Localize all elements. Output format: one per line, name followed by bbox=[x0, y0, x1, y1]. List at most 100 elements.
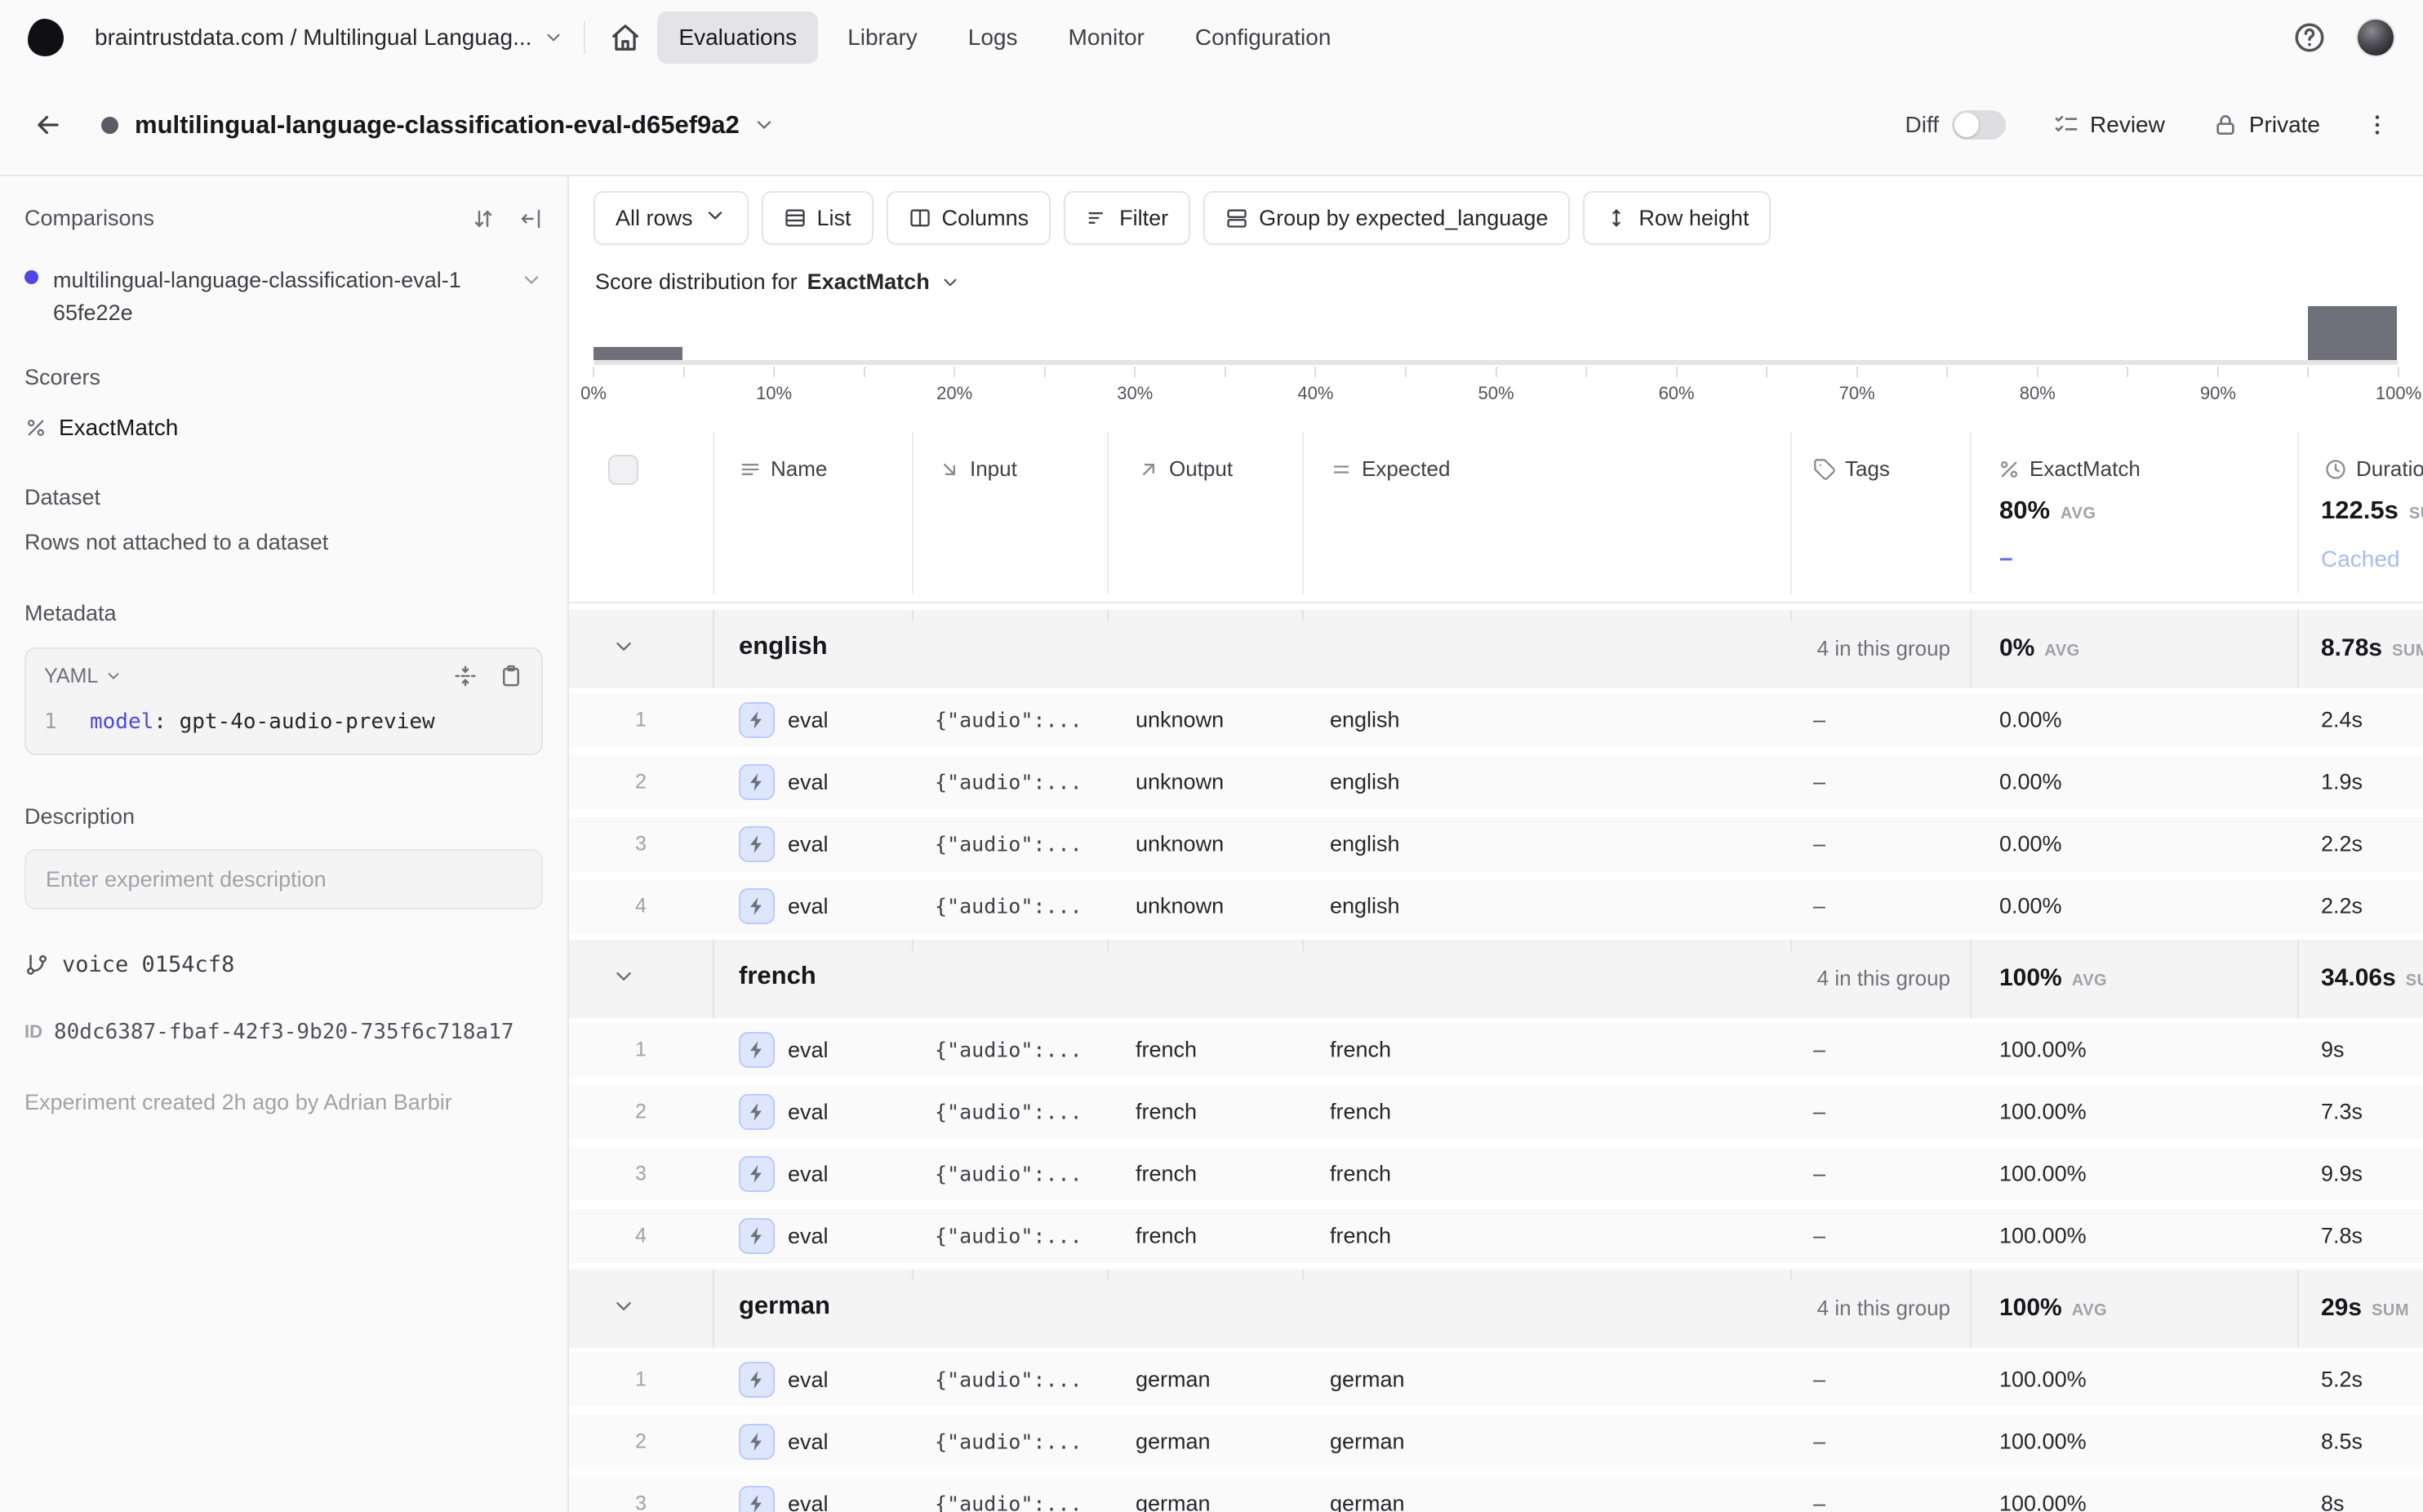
cell-duration: 2.2s bbox=[2321, 832, 2363, 857]
experiment-id-row[interactable]: ID 80dc6387-fbaf-42f3-9b20-735f6c718a17 bbox=[24, 1020, 543, 1044]
scorer-item[interactable]: ExactMatch bbox=[24, 415, 543, 441]
braintrust-logo[interactable] bbox=[28, 19, 64, 56]
nav-tab-configuration[interactable]: Configuration bbox=[1174, 11, 1353, 64]
cell-expected: english bbox=[1330, 770, 1400, 795]
cell-exactmatch: 100.00% bbox=[1999, 1038, 2087, 1063]
column-tick bbox=[1790, 940, 1792, 951]
cell-input: {"audio":... bbox=[935, 1038, 1083, 1062]
axis-label: 0% bbox=[580, 383, 607, 404]
group-header-german[interactable]: german 4 in this group 100% AVG 29s SUM bbox=[569, 1270, 2423, 1348]
table-row[interactable]: 1 eval {"audio":... unknown english – 0.… bbox=[569, 693, 2423, 747]
axis-labels: 0%10%20%30%40%50%60%70%80%90%100% bbox=[594, 383, 2399, 407]
column-divider bbox=[2297, 610, 2299, 688]
table-row[interactable]: 2 eval {"audio":... unknown english – 0.… bbox=[569, 755, 2423, 809]
comparisons-header: Comparisons bbox=[24, 206, 543, 231]
experiment-titlebar: multilingual-language-classification-eva… bbox=[0, 75, 2423, 176]
row-height-button[interactable]: Row height bbox=[1583, 191, 1771, 245]
cell-output: french bbox=[1136, 1224, 1197, 1249]
title-chevron-down-icon[interactable] bbox=[753, 113, 776, 136]
column-header-output[interactable]: Output bbox=[1137, 456, 1233, 482]
yaml-code-line[interactable]: 1 model : gpt-4o-audio-preview bbox=[44, 709, 523, 734]
private-button[interactable]: Private bbox=[2212, 112, 2320, 138]
axis-label: 40% bbox=[1297, 383, 1333, 404]
column-header-tags[interactable]: Tags bbox=[1813, 456, 1890, 482]
group-avg-value: 100% bbox=[1999, 1294, 2062, 1322]
yaml-format-select[interactable]: YAML bbox=[44, 665, 122, 688]
filter-button[interactable]: Filter bbox=[1064, 191, 1190, 245]
distribution-chevron-icon[interactable] bbox=[940, 272, 961, 293]
column-header-expected[interactable]: Expected bbox=[1330, 456, 1450, 482]
user-avatar[interactable] bbox=[2356, 18, 2395, 57]
table-row[interactable]: 1 eval {"audio":... german german – 100.… bbox=[569, 1353, 2423, 1407]
row-height-icon bbox=[1605, 207, 1628, 229]
nav-right bbox=[2292, 18, 2395, 57]
group-avg: 100% AVG bbox=[1999, 1294, 2107, 1322]
page-body: Comparisons multilingual-language-classi… bbox=[0, 176, 2423, 1512]
column-header-name[interactable]: Name bbox=[739, 456, 827, 482]
lock-icon bbox=[2212, 112, 2238, 138]
table-row[interactable]: 3 eval {"audio":... french french – 100.… bbox=[569, 1147, 2423, 1201]
cell-expected: french bbox=[1330, 1162, 1391, 1187]
column-label: Duration bbox=[2356, 456, 2423, 482]
breadcrumb[interactable]: braintrustdata.com / Multilingual Langua… bbox=[95, 24, 564, 51]
group-sum-value: 34.06s bbox=[2321, 964, 2396, 992]
group-collapse-chevron-icon[interactable] bbox=[611, 1294, 636, 1319]
back-arrow-icon[interactable] bbox=[33, 109, 64, 140]
column-header-duration[interactable]: Duration bbox=[2324, 456, 2423, 482]
cell-name: eval bbox=[739, 1424, 829, 1460]
group-sum-value: 8.78s bbox=[2321, 634, 2382, 662]
diff-toggle[interactable] bbox=[1952, 110, 2006, 140]
cell-name: eval bbox=[739, 1486, 829, 1512]
axis-tick bbox=[1856, 367, 1858, 377]
description-input[interactable] bbox=[24, 849, 543, 909]
collapse-sidebar-icon[interactable] bbox=[518, 207, 543, 231]
table-row[interactable]: 2 eval {"audio":... german german – 100.… bbox=[569, 1415, 2423, 1469]
sort-arrows-icon[interactable] bbox=[471, 207, 496, 231]
chevron-down-icon bbox=[704, 204, 727, 227]
yaml-format-label: YAML bbox=[44, 665, 98, 688]
cell-output: unknown bbox=[1136, 770, 1224, 795]
table-row[interactable]: 1 eval {"audio":... french french – 100.… bbox=[569, 1023, 2423, 1077]
nav-tab-library[interactable]: Library bbox=[826, 11, 939, 64]
axis-tick bbox=[593, 367, 594, 377]
nav-tab-monitor[interactable]: Monitor bbox=[1047, 11, 1166, 64]
table-row[interactable]: 2 eval {"audio":... french french – 100.… bbox=[569, 1085, 2423, 1139]
cell-duration: 1.9s bbox=[2321, 770, 2363, 795]
axis-tick bbox=[2398, 367, 2399, 377]
axis-label: 60% bbox=[1659, 383, 1695, 404]
table-row[interactable]: 4 eval {"audio":... french french – 100.… bbox=[569, 1209, 2423, 1263]
group-header-english[interactable]: english 4 in this group 0% AVG 8.78s SUM bbox=[569, 610, 2423, 688]
help-icon[interactable] bbox=[2292, 20, 2327, 55]
axis-tick bbox=[2037, 367, 2038, 377]
cell-input: {"audio":... bbox=[935, 1163, 1083, 1186]
nav-tab-logs[interactable]: Logs bbox=[947, 11, 1039, 64]
select-all-checkbox[interactable] bbox=[608, 455, 638, 485]
comparison-item[interactable]: multilingual-language-classification-eva… bbox=[24, 264, 543, 329]
column-header-input[interactable]: Input bbox=[938, 456, 1017, 482]
all-rows-button[interactable]: All rows bbox=[594, 191, 749, 245]
group-collapse-chevron-icon[interactable] bbox=[611, 964, 636, 989]
column-tick bbox=[1302, 1270, 1304, 1281]
cell-expected: german bbox=[1330, 1492, 1405, 1512]
home-icon[interactable] bbox=[610, 22, 641, 53]
nav-tab-evaluations[interactable]: Evaluations bbox=[657, 11, 818, 64]
columns-button[interactable]: Columns bbox=[887, 191, 1051, 245]
branch-row[interactable]: voice 0154cf8 bbox=[24, 952, 543, 977]
group-by-expected-language-button[interactable]: Group by expected_language bbox=[1203, 191, 1570, 245]
cell-tags: – bbox=[1813, 1492, 1825, 1512]
axis-label: 100% bbox=[2376, 383, 2421, 404]
group-collapse-chevron-icon[interactable] bbox=[611, 634, 636, 659]
table-row[interactable]: 4 eval {"audio":... unknown english – 0.… bbox=[569, 879, 2423, 933]
group-header-french[interactable]: french 4 in this group 100% AVG 34.06s S… bbox=[569, 940, 2423, 1018]
review-button[interactable]: Review bbox=[2053, 112, 2165, 138]
table-row[interactable]: 3 eval {"audio":... german german – 100.… bbox=[569, 1477, 2423, 1512]
comparisons-actions bbox=[471, 207, 543, 231]
copy-clipboard-icon[interactable] bbox=[499, 664, 523, 688]
fold-vertical-icon[interactable] bbox=[453, 664, 478, 688]
list-button[interactable]: List bbox=[762, 191, 874, 245]
row-number: 3 bbox=[569, 1163, 713, 1186]
kebab-menu-icon[interactable] bbox=[2364, 112, 2390, 138]
row-name: eval bbox=[788, 1367, 829, 1393]
table-row[interactable]: 3 eval {"audio":... unknown english – 0.… bbox=[569, 817, 2423, 871]
column-header-exactmatch[interactable]: ExactMatch bbox=[1998, 456, 2141, 482]
